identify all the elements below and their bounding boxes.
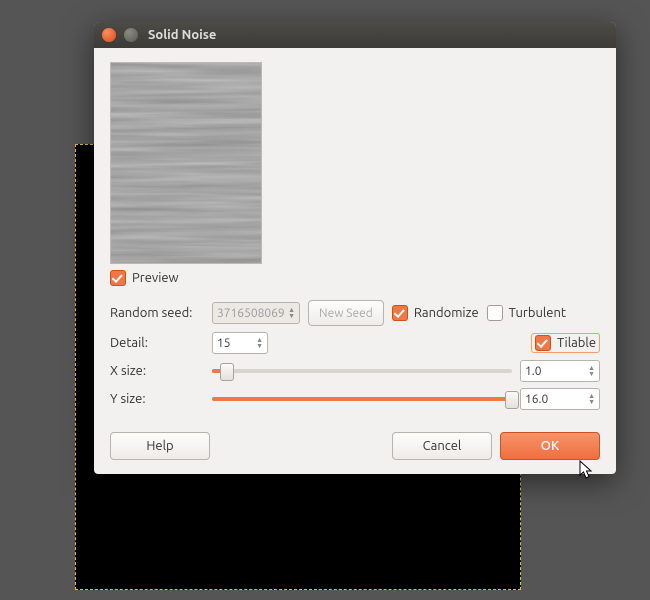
preview-image: [110, 62, 262, 264]
detail-input[interactable]: 15 ▲▼: [212, 332, 268, 354]
tilable-toggle[interactable]: Tilable: [531, 333, 600, 353]
random-seed-input: 3716508069 ▲▼: [212, 302, 300, 324]
ysize-label: Y size:: [110, 392, 204, 406]
turbulent-label: Turbulent: [509, 306, 566, 320]
random-seed-label: Random seed:: [110, 306, 204, 320]
ok-button[interactable]: OK: [500, 432, 600, 460]
checkbox-icon[interactable]: [110, 270, 126, 286]
xsize-label: X size:: [110, 364, 204, 378]
ysize-input[interactable]: 16.0 ▲▼: [520, 388, 600, 410]
window-title: Solid Noise: [148, 28, 216, 42]
tilable-label: Tilable: [557, 336, 596, 350]
spinner-icon[interactable]: ▲▼: [588, 365, 595, 377]
titlebar[interactable]: Solid Noise: [94, 22, 616, 48]
checkbox-icon[interactable]: [535, 335, 551, 351]
spinner-icon[interactable]: ▲▼: [588, 393, 595, 405]
minimize-icon[interactable]: [124, 28, 138, 42]
new-seed-button: New Seed: [308, 300, 384, 326]
ysize-slider[interactable]: [212, 388, 512, 410]
cancel-button[interactable]: Cancel: [392, 432, 492, 460]
checkbox-icon[interactable]: [487, 305, 503, 321]
help-button[interactable]: Help: [110, 432, 210, 460]
spinner-icon[interactable]: ▲▼: [256, 337, 263, 349]
xsize-input[interactable]: 1.0 ▲▼: [520, 360, 600, 382]
solid-noise-dialog: Solid Noise Preview Random seed: 3716508…: [94, 22, 616, 474]
randomize-label: Randomize: [414, 306, 479, 320]
preview-label: Preview: [132, 271, 179, 285]
close-icon[interactable]: [102, 28, 116, 42]
xsize-slider[interactable]: [212, 360, 512, 382]
detail-label: Detail:: [110, 336, 204, 350]
spinner-icon: ▲▼: [288, 307, 295, 319]
turbulent-toggle[interactable]: Turbulent: [487, 305, 566, 321]
randomize-toggle[interactable]: Randomize: [392, 305, 479, 321]
preview-toggle[interactable]: Preview: [110, 270, 600, 286]
checkbox-icon[interactable]: [392, 305, 408, 321]
